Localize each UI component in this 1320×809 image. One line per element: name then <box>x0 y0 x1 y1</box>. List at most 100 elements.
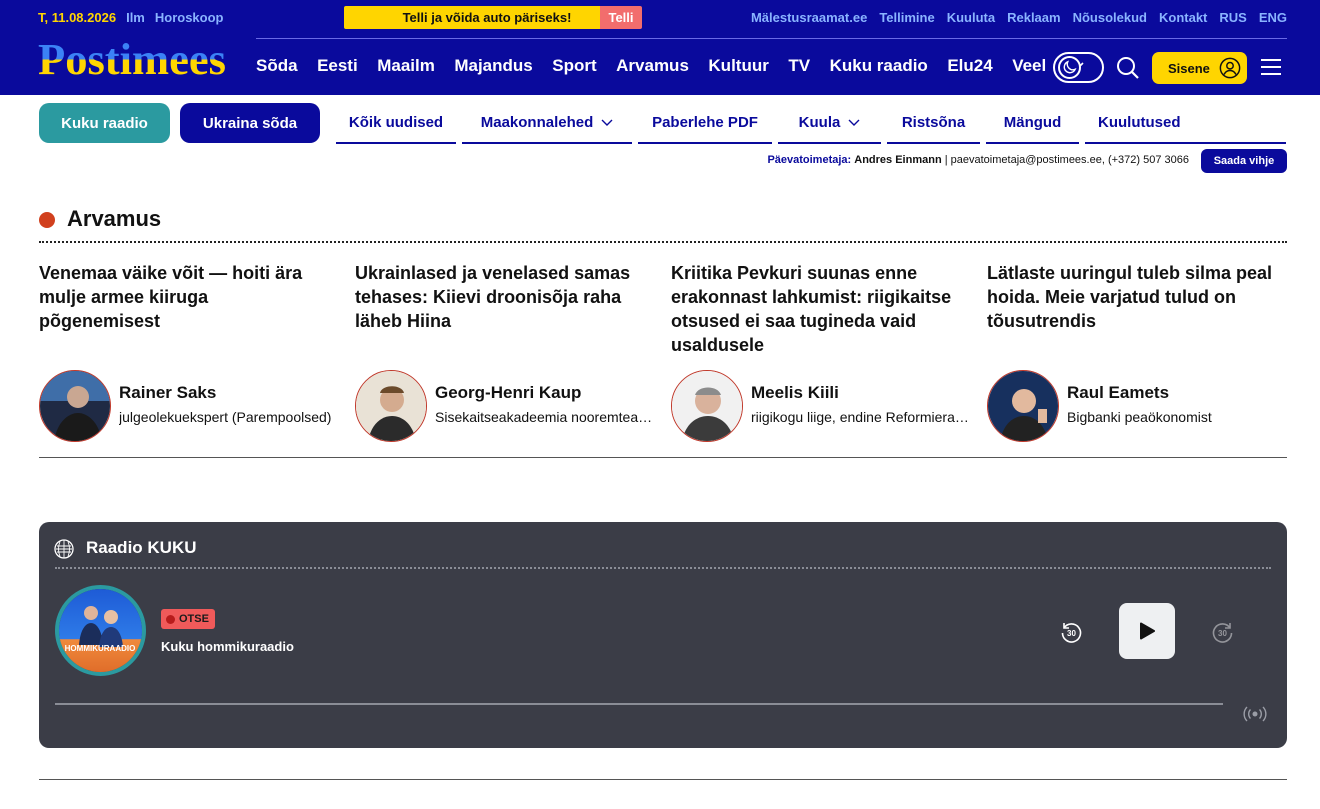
advertising-link[interactable]: Reklaam <box>1007 10 1060 25</box>
nav-item-arvamus[interactable]: Arvamus <box>616 56 689 76</box>
live-badge: OTSE <box>161 609 215 629</box>
memorial-link[interactable]: Mälestusraamat.ee <box>751 10 867 25</box>
playback-progress-bar[interactable] <box>55 703 1223 705</box>
article-card[interactable]: Lätlaste uuringul tuleb silma peal hoida… <box>987 261 1277 333</box>
section-divider <box>39 241 1287 243</box>
radio-divider <box>55 567 1271 569</box>
page-bottom-rule <box>39 779 1287 780</box>
nav-item-kultuur[interactable]: Kultuur <box>708 56 768 76</box>
svg-text:30: 30 <box>1218 629 1227 638</box>
show-cover: HOMMIKURAADIO <box>55 585 146 676</box>
duty-editor-name: Andres Einmann <box>854 154 942 166</box>
signin-label: Sisene <box>1168 60 1210 76</box>
author-block[interactable]: Georg-Henri Kaup Sisekaitseakadeemia noo… <box>355 370 655 442</box>
live-dot-icon <box>166 614 175 624</box>
subnav-all-news[interactable]: Kõik uudised <box>336 103 456 144</box>
section-dot <box>39 212 55 228</box>
ukraine-war-pill[interactable]: Ukraina sõda <box>180 103 320 143</box>
subnav-games-label: Mängud <box>1003 114 1062 131</box>
promo-subscribe-button[interactable]: Telli <box>600 6 642 29</box>
nav-more-label: Veel <box>1012 56 1047 75</box>
signin-button[interactable]: Sisene <box>1152 52 1247 84</box>
kuku-radio-pill[interactable]: Kuku raadio <box>39 103 170 143</box>
menu-icon[interactable] <box>1261 59 1281 75</box>
subnav-county-papers-label: Maakonnalehed <box>480 114 594 131</box>
nav-item-elu24[interactable]: Elu24 <box>947 56 992 76</box>
subscription-link[interactable]: Tellimine <box>879 10 934 25</box>
subnav-classifieds[interactable]: Kuulutused <box>1085 103 1286 144</box>
article-headline[interactable]: Venemaa väike võit — hoiti ära mulje arm… <box>39 261 329 333</box>
avatar <box>39 370 111 442</box>
nav-item-majandus[interactable]: Majandus <box>454 56 532 76</box>
duty-editor-label: Päevatoimetaja: <box>767 154 852 166</box>
author-role: Bigbanki peaökonomist <box>1067 409 1212 425</box>
article-headline[interactable]: Kriitika Pevkuri suunas enne erakonnast … <box>671 261 961 357</box>
main-nav: Sõda Eesti Maailm Majandus Sport Arvamus… <box>256 56 1103 76</box>
secondary-nav: Kõik uudised Maakonnalehed Paberlehe PDF… <box>336 103 1286 144</box>
article-card[interactable]: Kriitika Pevkuri suunas enne erakonnast … <box>671 261 961 357</box>
nav-item-maailm[interactable]: Maailm <box>377 56 435 76</box>
promo-banner[interactable]: Telli ja võida auto päriseks! Telli <box>344 6 642 29</box>
nav-item-tv[interactable]: TV <box>788 56 810 76</box>
top-left-links: T, 11.08.2026 Ilm Horoskoop <box>38 10 224 25</box>
show-name[interactable]: Kuku hommikuraadio <box>161 639 294 654</box>
play-button[interactable] <box>1119 603 1175 659</box>
weather-link[interactable]: Ilm <box>126 10 145 25</box>
article-headline[interactable]: Lätlaste uuringul tuleb silma peal hoida… <box>987 261 1277 333</box>
author-role: julgeolekuekspert (Parempoolsed) <box>119 409 332 425</box>
subnav-listen[interactable]: Kuula <box>778 103 881 144</box>
nav-item-sport[interactable]: Sport <box>552 56 596 76</box>
subnav-county-papers[interactable]: Maakonnalehed <box>462 103 632 144</box>
avatar <box>987 370 1059 442</box>
subnav-all-news-label: Kõik uudised <box>348 114 444 131</box>
nav-item-kuku-raadio[interactable]: Kuku raadio <box>830 56 928 76</box>
author-role: riigikogu liige, endine Reformierakondla… <box>751 409 969 425</box>
lang-eng-link[interactable]: ENG <box>1259 10 1287 25</box>
horoscope-link[interactable]: Horoskoop <box>155 10 224 25</box>
svg-text:Postimees: Postimees <box>38 35 226 82</box>
classifieds-link[interactable]: Kuuluta <box>947 10 995 25</box>
send-tip-button[interactable]: Saada vihje <box>1201 149 1287 173</box>
subnav-paper-pdf[interactable]: Paberlehe PDF <box>638 103 772 144</box>
radio-title[interactable]: Raadio KUKU <box>86 538 197 558</box>
author-block[interactable]: Rainer Saks julgeolekuekspert (Parempool… <box>39 370 339 442</box>
author-block[interactable]: Meelis Kiili riigikogu liige, endine Ref… <box>671 370 971 442</box>
subnav-crossword[interactable]: Ristsõna <box>887 103 980 144</box>
dark-mode-toggle[interactable] <box>1053 52 1104 83</box>
consents-link[interactable]: Nõusolekud <box>1073 10 1147 25</box>
search-icon[interactable] <box>1116 56 1140 80</box>
site-header: T, 11.08.2026 Ilm Horoskoop Telli ja või… <box>0 0 1320 95</box>
nav-item-eesti[interactable]: Eesti <box>317 56 358 76</box>
radio-player: Raadio KUKU HOMMIKURAADIO OTSE Kuku homm… <box>39 522 1287 748</box>
chevron-down-icon <box>601 119 613 126</box>
author-name: Raul Eamets <box>1067 383 1170 402</box>
contact-link[interactable]: Kontakt <box>1159 10 1207 25</box>
svg-text:30: 30 <box>1067 629 1076 638</box>
article-card[interactable]: Ukrainlased ja venelased samas tehases: … <box>355 261 645 333</box>
subnav-games[interactable]: Mängud <box>986 103 1079 144</box>
user-icon <box>1219 57 1241 79</box>
chevron-down-icon <box>848 119 860 126</box>
postimees-logo[interactable]: Postimees <box>38 34 228 82</box>
author-name: Meelis Kiili <box>751 383 839 402</box>
nav-divider <box>256 38 1287 39</box>
svg-text:HOMMIKURAADIO: HOMMIKURAADIO <box>65 644 136 653</box>
subnav-listen-label: Kuula <box>798 114 841 131</box>
duty-editor-contact[interactable]: | paevatoimetaja@postimees.ee, (+372) 50… <box>945 154 1189 166</box>
promo-text[interactable]: Telli ja võida auto päriseks! <box>344 6 600 29</box>
section-title[interactable]: Arvamus <box>67 206 161 232</box>
skip-forward-30-icon[interactable]: 30 <box>1211 620 1235 644</box>
current-date: T, 11.08.2026 <box>38 10 117 25</box>
article-card[interactable]: Venemaa väike võit — hoiti ära mulje arm… <box>39 261 329 333</box>
top-right-links: Mälestusraamat.ee Tellimine Kuuluta Rekl… <box>751 10 1287 25</box>
moon-icon <box>1063 60 1077 74</box>
subnav-classifieds-label: Kuulutused <box>1098 114 1181 131</box>
broadcast-icon[interactable] <box>1242 706 1268 722</box>
author-block[interactable]: Raul Eamets Bigbanki peaökonomist <box>987 370 1287 442</box>
kuku-logo-icon <box>54 539 74 559</box>
nav-item-soda[interactable]: Sõda <box>256 56 298 76</box>
lang-rus-link[interactable]: RUS <box>1219 10 1246 25</box>
section-bottom-rule <box>39 457 1287 458</box>
skip-back-30-icon[interactable]: 30 <box>1059 620 1083 644</box>
article-headline[interactable]: Ukrainlased ja venelased samas tehases: … <box>355 261 645 333</box>
